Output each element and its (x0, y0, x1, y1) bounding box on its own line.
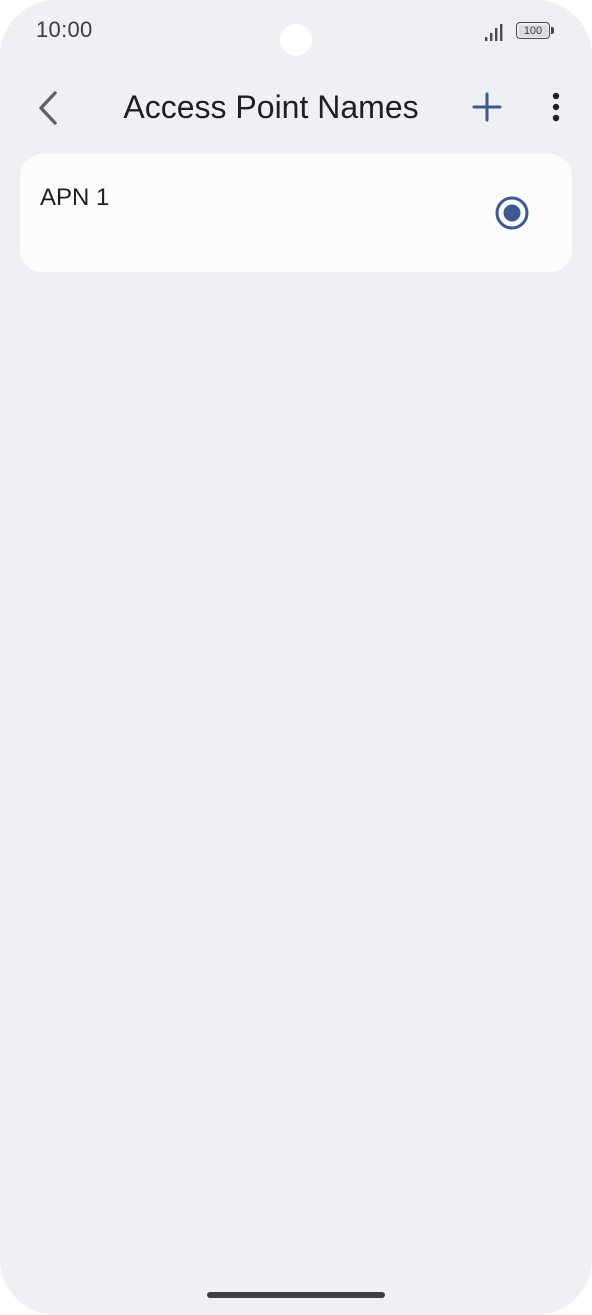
more-vertical-icon (552, 92, 560, 122)
chevron-left-icon (39, 91, 57, 125)
status-time: 10:00 (36, 17, 93, 42)
battery-icon: 100 (516, 22, 556, 41)
back-button[interactable] (26, 84, 70, 132)
camera-cutout (280, 24, 312, 56)
phone-screen: 10:00 100 Access Point Names APN 1 (0, 0, 592, 1315)
list-item-apn-1[interactable]: APN 1 (20, 154, 572, 272)
apn-name: APN 1 (40, 184, 110, 211)
signal-icon (485, 24, 503, 41)
radio-selected-icon[interactable] (494, 195, 530, 231)
home-indicator[interactable] (207, 1292, 385, 1298)
page-title: Access Point Names (123, 89, 419, 125)
more-options-button[interactable] (536, 84, 576, 130)
plus-icon (472, 92, 502, 122)
battery-level: 100 (518, 24, 548, 37)
add-apn-button[interactable] (464, 84, 510, 130)
